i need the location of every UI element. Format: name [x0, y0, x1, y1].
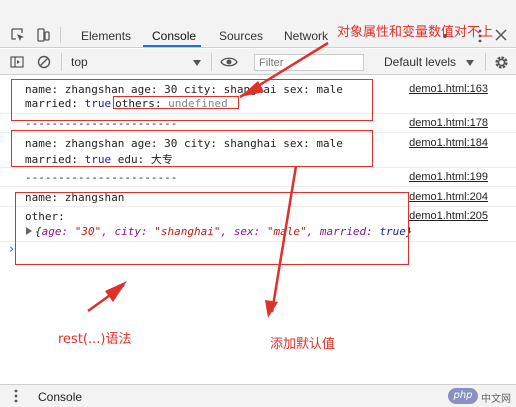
site-watermark: 中文网	[481, 394, 511, 405]
tab-network[interactable]: Network	[284, 29, 328, 43]
php-logo: php	[448, 388, 478, 404]
source-link[interactable]: demo1.html:199	[409, 171, 488, 183]
chevron-down-icon[interactable]	[193, 60, 201, 66]
tab-console[interactable]: Console	[152, 29, 196, 43]
annotation-box-others-undefined	[113, 96, 239, 109]
chevron-down-icon[interactable]	[466, 60, 474, 66]
filter-divider	[211, 53, 212, 71]
drawer-tab-console[interactable]: Console	[38, 390, 82, 404]
console-prompt-icon[interactable]: ›	[9, 242, 14, 257]
log-levels-dropdown[interactable]: Default levels	[384, 55, 456, 69]
context-selector[interactable]: top	[71, 55, 88, 69]
filter-divider	[61, 53, 62, 71]
arrow-to-default-value-head	[265, 300, 278, 318]
live-expression-eye-icon[interactable]	[220, 56, 238, 68]
clear-console-icon[interactable]	[37, 55, 51, 69]
arrow-to-rest-log	[87, 283, 125, 313]
tab-sources[interactable]: Sources	[219, 29, 263, 43]
arrow-to-rest-log-head	[105, 281, 127, 302]
log-row-divider	[0, 167, 516, 168]
active-tab-indicator	[143, 45, 201, 47]
source-link[interactable]: demo1.html:205	[409, 210, 488, 222]
annotation-default-value-label: 添加默认值	[270, 337, 336, 352]
source-link[interactable]: demo1.html:178	[409, 117, 488, 129]
source-link[interactable]: demo1.html:184	[409, 137, 488, 149]
annotation-box-rest-log	[15, 192, 409, 265]
console-filter-input[interactable]	[254, 54, 364, 71]
filter-divider	[485, 53, 486, 71]
device-toolbar-icon[interactable]	[36, 28, 50, 42]
show-sidebar-icon[interactable]	[10, 56, 24, 68]
source-link[interactable]: demo1.html:163	[409, 83, 488, 95]
log-row-divider	[0, 186, 516, 187]
console-log-line: -----------------------	[25, 171, 178, 184]
source-link[interactable]: demo1.html:204	[409, 191, 488, 203]
annotation-mismatch-label: 对象属性和变量数值对不上	[337, 25, 494, 40]
toolbar-divider	[60, 27, 61, 43]
inspect-element-icon[interactable]	[11, 28, 25, 42]
tab-elements[interactable]: Elements	[81, 29, 131, 43]
annotation-box-default-value-log	[11, 130, 373, 167]
console-settings-gear-icon[interactable]	[494, 55, 509, 70]
drawer-menu-icon[interactable]	[14, 389, 18, 403]
annotation-rest-syntax-label: rest(...)语法	[58, 332, 132, 347]
